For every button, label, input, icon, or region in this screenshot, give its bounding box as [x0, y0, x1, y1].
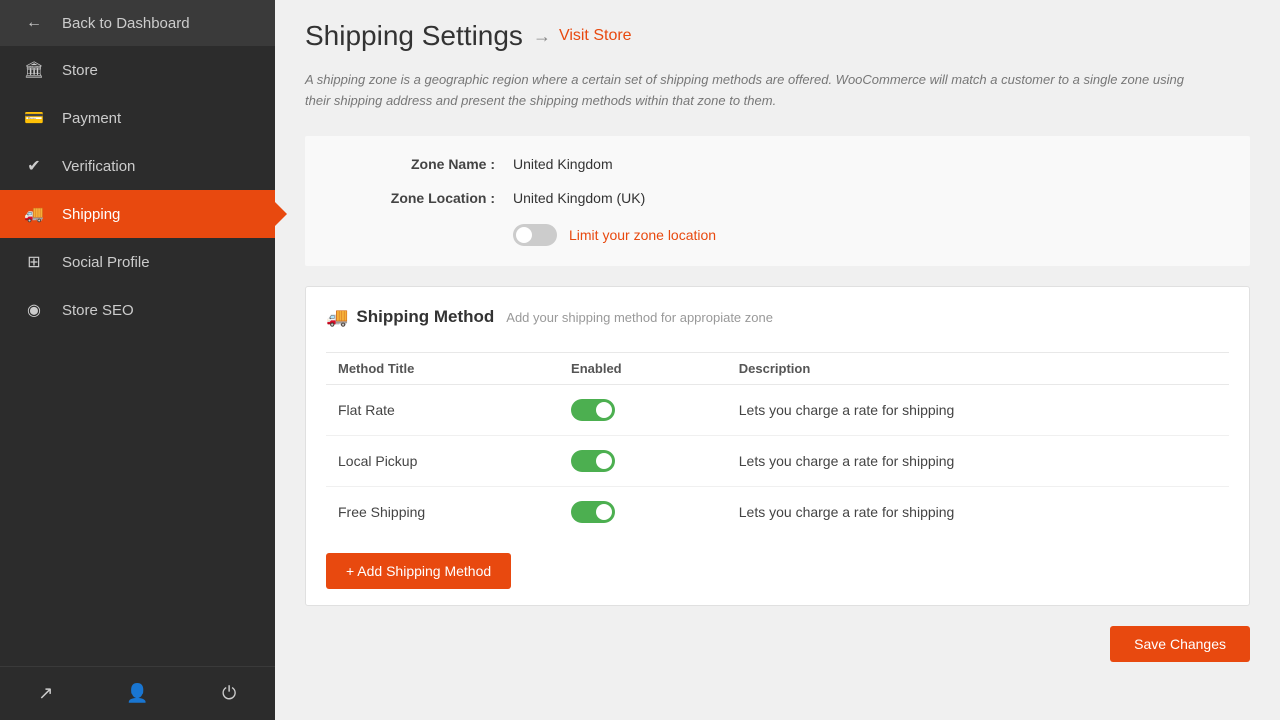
sidebar: ← Back to Dashboard 🏛 Store 💳 Payment ✔ …	[0, 0, 275, 720]
limit-zone-link[interactable]: Limit your zone location	[569, 227, 716, 243]
external-link-button[interactable]: ↗	[0, 667, 92, 720]
shipping-table: Method Title Enabled Description Flat Ra…	[326, 353, 1229, 537]
sidebar-item-back-dashboard[interactable]: ← Back to Dashboard	[0, 0, 275, 46]
user-icon: 👤	[126, 683, 148, 704]
sidebar-item-verification[interactable]: ✔ Verification	[0, 142, 275, 190]
toggle-slider	[513, 224, 557, 246]
method-enabled-cell	[559, 486, 727, 537]
toggle-slider	[571, 450, 615, 472]
shipping-method-subtitle: Add your shipping method for appropiate …	[506, 310, 773, 325]
page-description: A shipping zone is a geographic region w…	[305, 70, 1185, 112]
verification-icon: ✔	[20, 156, 48, 176]
zone-location-row: Zone Location : United Kingdom (UK)	[335, 190, 1220, 206]
limit-zone-row: Limit your zone location	[513, 224, 1220, 246]
sidebar-item-payment[interactable]: 💳 Payment	[0, 94, 275, 142]
table-row: Local Pickup Lets you charge a rate for s…	[326, 435, 1229, 486]
method-title-cell: Flat Rate	[326, 384, 559, 435]
toggle-slider	[571, 399, 615, 421]
truck-icon: 🚚	[326, 307, 348, 328]
sidebar-item-store[interactable]: 🏛 Store	[0, 46, 275, 94]
zone-name-row: Zone Name : United Kingdom	[335, 156, 1220, 172]
col-description: Description	[727, 353, 1229, 385]
toggle-1[interactable]	[571, 450, 615, 472]
sidebar-item-store-seo[interactable]: ◉ Store SEO	[0, 286, 275, 334]
page-title: Shipping Settings	[305, 20, 523, 52]
zone-form-section: Zone Name : United Kingdom Zone Location…	[305, 136, 1250, 266]
zone-location-value: United Kingdom (UK)	[513, 190, 645, 206]
shipping-method-header: 🚚 Shipping Method Add your shipping meth…	[326, 307, 1229, 336]
user-button[interactable]: 👤	[92, 667, 184, 720]
zone-location-label: Zone Location :	[335, 190, 495, 206]
sidebar-bottom: ↗ 👤 ⏻	[0, 666, 275, 720]
sidebar-item-social-profile[interactable]: ⊞ Social Profile	[0, 238, 275, 286]
zone-name-label: Zone Name :	[335, 156, 495, 172]
method-description-cell: Lets you charge a rate for shipping	[727, 435, 1229, 486]
visit-store-link[interactable]: Visit Store	[559, 27, 632, 45]
method-title-cell: Local Pickup	[326, 435, 559, 486]
shipping-method-card: 🚚 Shipping Method Add your shipping meth…	[305, 286, 1250, 606]
table-header-row: Method Title Enabled Description	[326, 353, 1229, 385]
method-title-cell: Free Shipping	[326, 486, 559, 537]
main-content: Shipping Settings → Visit Store A shippi…	[275, 0, 1280, 720]
arrow-separator: →	[533, 26, 551, 47]
col-enabled: Enabled	[559, 353, 727, 385]
external-link-icon: ↗	[38, 683, 53, 704]
table-row: Flat Rate Lets you charge a rate for ship…	[326, 384, 1229, 435]
sidebar-item-shipping[interactable]: 🚚 Shipping	[0, 190, 275, 238]
payment-icon: 💳	[20, 108, 48, 128]
table-row: Free Shipping Lets you charge a rate for …	[326, 486, 1229, 537]
back-icon: ←	[20, 14, 48, 32]
store-seo-icon: ◉	[20, 300, 48, 320]
method-description-cell: Lets you charge a rate for shipping	[727, 384, 1229, 435]
add-shipping-method-button[interactable]: + Add Shipping Method	[326, 553, 511, 589]
social-profile-icon: ⊞	[20, 252, 48, 272]
store-icon: 🏛	[20, 60, 48, 80]
toggle-2[interactable]	[571, 501, 615, 523]
shipping-method-title: Shipping Method	[356, 307, 494, 327]
power-button[interactable]: ⏻	[183, 667, 275, 720]
shipping-icon: 🚚	[20, 204, 48, 224]
save-changes-button[interactable]: Save Changes	[1110, 626, 1250, 662]
toggle-slider	[571, 501, 615, 523]
method-enabled-cell	[559, 435, 727, 486]
toggle-0[interactable]	[571, 399, 615, 421]
method-enabled-cell	[559, 384, 727, 435]
col-method-title: Method Title	[326, 353, 559, 385]
power-icon: ⏻	[222, 683, 236, 704]
zone-name-value: United Kingdom	[513, 156, 613, 172]
method-description-cell: Lets you charge a rate for shipping	[727, 486, 1229, 537]
page-header: Shipping Settings → Visit Store	[305, 20, 1250, 52]
limit-zone-toggle[interactable]	[513, 224, 557, 246]
